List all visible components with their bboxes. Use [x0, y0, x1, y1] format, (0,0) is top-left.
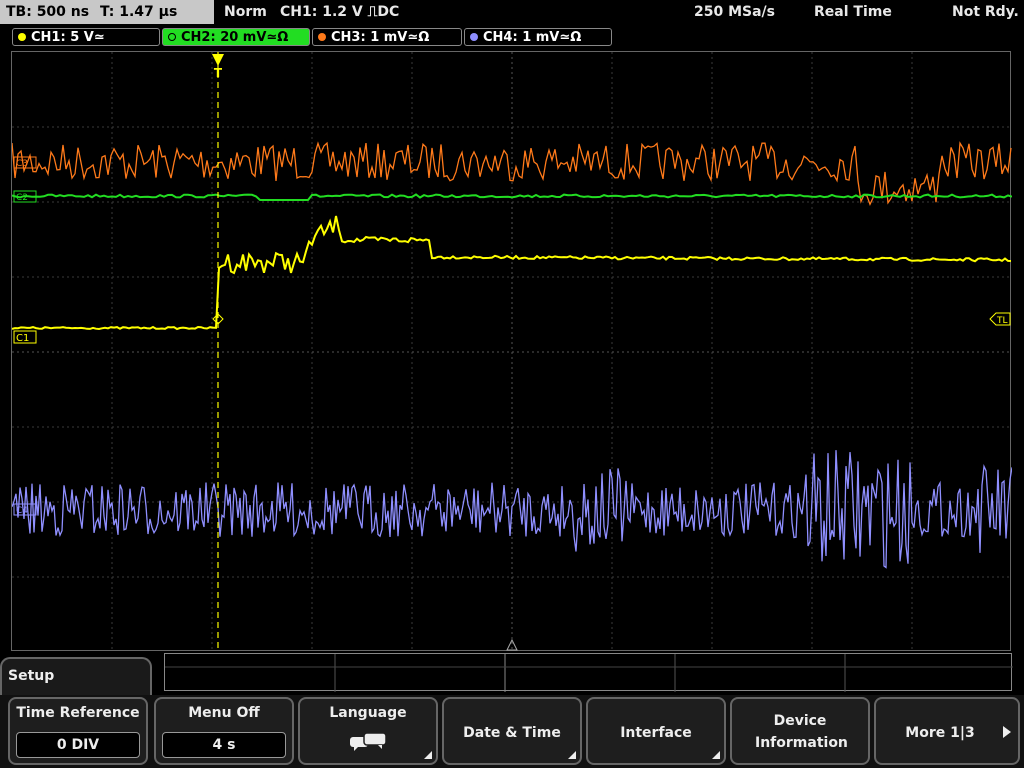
- info-strip: [164, 653, 1013, 692]
- acquisition-state: Not Rdy.: [952, 4, 1019, 20]
- interface-label: Interface: [620, 725, 692, 741]
- tab-ch3[interactable]: CH3: 1 mV≃Ω: [312, 28, 462, 46]
- tab-ch1[interactable]: CH1: 5 V≃: [12, 28, 160, 46]
- time-reference-value: 0 DIV: [16, 732, 140, 758]
- language-button[interactable]: Language: [298, 697, 438, 765]
- ch3-label: CH3: 1 mV≃Ω: [331, 30, 430, 45]
- graticule-axes: [12, 52, 1012, 652]
- acquisition-mode: Real Time: [814, 4, 892, 20]
- menu-off-button[interactable]: Menu Off 4 s: [154, 697, 294, 765]
- interface-button[interactable]: Interface: [586, 697, 726, 765]
- trigger-setting[interactable]: CH1: 1.2 V ⎍DC: [280, 0, 399, 24]
- menu-off-label: Menu Off: [188, 705, 260, 721]
- trigger-position-marker-icon: [212, 54, 224, 66]
- ch1-dot-icon: [18, 33, 26, 41]
- date-time-submenu-icon: [568, 751, 576, 759]
- ch3-ref-label: C3: [16, 159, 28, 169]
- ch1-ref-label: C1: [16, 333, 29, 344]
- ch4-ref-label: C4: [16, 506, 28, 516]
- tab-ch4[interactable]: CH4: 1 mV≃Ω: [464, 28, 612, 46]
- trigger-mode[interactable]: Norm: [224, 0, 267, 24]
- sample-rate: 250 MSa/s: [694, 4, 776, 20]
- time-reference-button[interactable]: Time Reference 0 DIV: [8, 697, 148, 765]
- timebase-box[interactable]: TB: 500 ns T: 1.47 µs: [0, 0, 214, 24]
- date-time-button[interactable]: Date & Time: [442, 697, 582, 765]
- timebase-label: TB: 500 ns: [6, 4, 90, 20]
- trigger-time-label: T: 1.47 µs: [99, 4, 178, 20]
- menu-title: Setup: [8, 668, 55, 684]
- more-button[interactable]: More 1|3: [874, 697, 1020, 765]
- speech-bubbles-icon: [350, 733, 387, 751]
- device-information-label: Device Information: [755, 713, 848, 751]
- language-label: Language: [329, 705, 407, 721]
- ch4-dot-icon: [470, 33, 478, 41]
- menu-off-value: 4 s: [162, 732, 286, 758]
- interface-submenu-icon: [712, 751, 720, 759]
- waveform-svg: T C3 C2 C1 C4 TL: [12, 52, 1012, 652]
- ch2-ref-label: C2: [16, 193, 28, 203]
- tab-ch2[interactable]: CH2: 20 mV≃Ω: [162, 28, 310, 46]
- time-reference-label: Time Reference: [16, 705, 140, 721]
- info-strip-grid: [165, 654, 1013, 692]
- ch3-dot-icon: [318, 33, 326, 41]
- device-information-button[interactable]: Device Information: [730, 697, 870, 765]
- trigger-position-label: T: [214, 66, 223, 80]
- date-time-label: Date & Time: [463, 725, 561, 741]
- next-page-arrow-icon: [1003, 726, 1011, 738]
- waveform-display[interactable]: T C3 C2 C1 C4 TL: [11, 51, 1012, 652]
- ch2-label: CH2: 20 mV≃Ω: [181, 30, 289, 45]
- ch2-dot-icon: [168, 33, 176, 41]
- ch1-label: CH1: 5 V≃: [31, 30, 105, 45]
- language-submenu-icon: [424, 751, 432, 759]
- trigger-level-label: TL: [996, 316, 1008, 326]
- more-label: More 1|3: [905, 725, 975, 741]
- ch4-label: CH4: 1 mV≃Ω: [483, 30, 582, 45]
